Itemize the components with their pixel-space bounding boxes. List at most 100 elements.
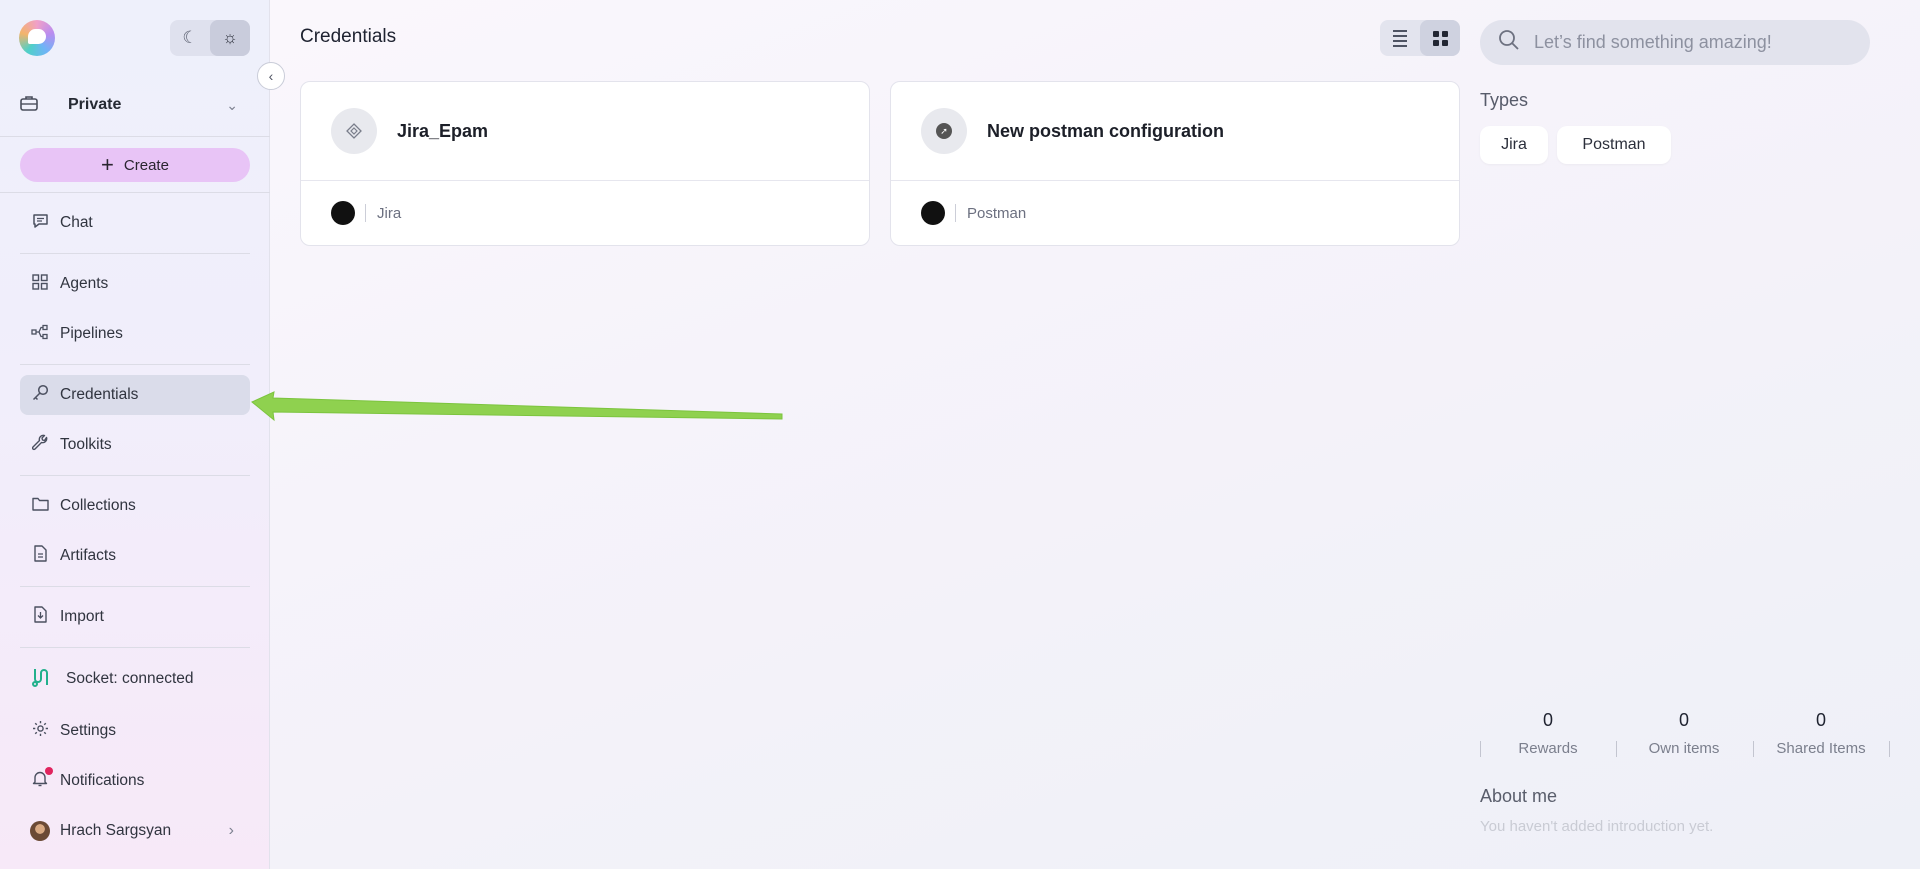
sidebar-item-label: Settings [60, 722, 117, 739]
sidebar-item-toolkits[interactable]: Toolkits [20, 425, 250, 465]
collapse-sidebar-button[interactable]: ‹ [257, 62, 285, 90]
card-type: Jira [377, 204, 402, 222]
sidebar-item-label: Notifications [60, 772, 145, 789]
sidebar-item-collections[interactable]: Collections [20, 486, 250, 526]
sidebar-item-settings[interactable]: Settings [20, 711, 250, 751]
stat-value: 0 [1815, 710, 1826, 730]
credential-card[interactable]: Jira_Epam Jira [300, 81, 870, 246]
stat-label: Own items [1648, 740, 1720, 757]
theme-toggle: ☾ ☼ [170, 20, 250, 56]
stat-rewards: 0 Rewards [1480, 710, 1616, 757]
chevron-left-icon: ‹ [268, 68, 274, 84]
card-title: New postman configuration [987, 120, 1225, 141]
view-toggle [1380, 20, 1460, 56]
divider [1753, 741, 1754, 757]
divider [365, 204, 366, 222]
briefcase-icon [20, 95, 40, 116]
sidebar-item-label: Agents [60, 275, 109, 292]
divider [20, 253, 250, 254]
workspace-label: Private [68, 96, 122, 113]
chevron-right-icon: › [228, 822, 234, 839]
stat-value: 0 [1678, 710, 1689, 730]
stat-label: Rewards [1518, 740, 1578, 757]
divider [0, 192, 270, 193]
type-tag-postman[interactable]: Postman [1557, 126, 1671, 164]
divider [1889, 741, 1890, 757]
workspace-selector[interactable]: Private ⌄ [20, 86, 250, 124]
about-title: About me [1480, 786, 1558, 806]
sun-icon[interactable]: ☼ [210, 20, 250, 56]
plus-icon: + [101, 152, 114, 177]
card-title: Jira_Epam [397, 120, 489, 141]
types-title: Types [1480, 90, 1529, 110]
divider [955, 204, 956, 222]
jira-icon [331, 108, 377, 154]
about-text: You haven't added introduction yet. [1480, 818, 1714, 835]
chevron-down-icon: ⌄ [226, 96, 238, 113]
stat-label: Shared Items [1776, 740, 1866, 757]
card-header: ➚ New postman configuration [891, 82, 1459, 181]
sidebar-item-label: Toolkits [60, 436, 112, 453]
divider [0, 136, 270, 137]
chat-icon [30, 213, 50, 234]
card-footer: Postman [891, 181, 1459, 245]
search-bar [1480, 20, 1870, 65]
socket-status-label: Socket: connected [66, 670, 194, 687]
divider [20, 647, 250, 648]
card-header: Jira_Epam [301, 82, 869, 181]
sidebar-item-label: Chat [60, 214, 93, 231]
avatar [921, 201, 945, 225]
sidebar-item-import[interactable]: Import [20, 597, 250, 637]
search-icon [1498, 29, 1520, 57]
wrench-icon [30, 434, 50, 456]
card-type: Postman [967, 204, 1027, 222]
search-input[interactable] [1534, 32, 1844, 53]
divider [1480, 741, 1481, 757]
postman-icon: ➚ [921, 108, 967, 154]
credential-card[interactable]: ➚ New postman configuration Postman [890, 81, 1460, 246]
socket-icon [30, 667, 50, 692]
sidebar-item-credentials[interactable]: Credentials [20, 375, 250, 415]
sidebar-item-label: Collections [60, 497, 136, 514]
page-title: Credentials [300, 26, 397, 47]
moon-icon[interactable]: ☾ [170, 20, 210, 56]
avatar [331, 201, 355, 225]
divider [20, 586, 250, 587]
create-button[interactable]: + Create [20, 148, 250, 182]
grid-icon [30, 273, 50, 295]
stat-value: 0 [1542, 710, 1553, 730]
socket-status: Socket: connected [20, 659, 250, 699]
sidebar-item-notifications[interactable]: Notifications [20, 761, 250, 801]
notification-badge [45, 767, 53, 775]
create-label: Create [123, 156, 169, 174]
divider [1616, 741, 1617, 757]
stat-shared-items: 0 Shared Items [1753, 710, 1889, 757]
divider [20, 475, 250, 476]
avatar [30, 821, 50, 841]
pipeline-icon [30, 324, 50, 345]
stat-own-items: 0 Own items [1616, 710, 1752, 757]
divider [20, 364, 250, 365]
sidebar-item-label: Credentials [60, 386, 139, 403]
card-footer: Jira [301, 181, 869, 245]
import-icon [30, 606, 50, 628]
folder-icon [30, 496, 50, 516]
document-icon [30, 545, 50, 567]
sidebar: ☾ ☼ Private ⌄ + Create Chat Agents Pipel… [0, 0, 270, 869]
user-profile[interactable]: Hrach Sargsyan › [20, 811, 250, 851]
key-icon [30, 384, 50, 406]
sidebar-item-label: Pipelines [60, 325, 123, 342]
sidebar-item-chat[interactable]: Chat [20, 203, 250, 243]
app-logo[interactable] [19, 20, 55, 56]
sidebar-item-pipelines[interactable]: Pipelines [20, 314, 250, 354]
grid-view-button[interactable] [1420, 20, 1460, 56]
grid-icon [1432, 30, 1448, 46]
sidebar-item-artifacts[interactable]: Artifacts [20, 536, 250, 576]
gear-icon [30, 720, 50, 742]
sidebar-item-agents[interactable]: Agents [20, 264, 250, 304]
user-name: Hrach Sargsyan [60, 822, 172, 839]
list-icon [1393, 29, 1407, 47]
type-tag-jira[interactable]: Jira [1480, 126, 1548, 164]
bell-icon [30, 767, 53, 792]
list-view-button[interactable] [1380, 20, 1420, 56]
